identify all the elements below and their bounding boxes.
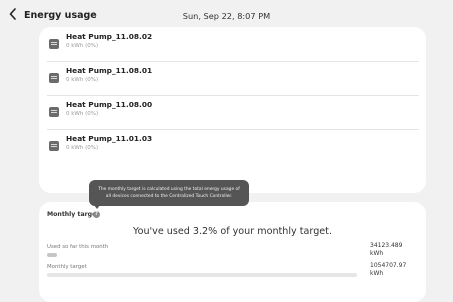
target-progress-bar bbox=[47, 273, 357, 277]
device-item-heat-pump-11-08-00[interactable]: Heat Pump_11.08.00 0 kWh (0%) bbox=[47, 95, 411, 129]
used-value: 34123.489 kWh bbox=[370, 242, 420, 258]
help-icon[interactable]: ? bbox=[93, 211, 100, 218]
device-usage: 0 kWh (0%) bbox=[66, 145, 99, 151]
heat-pump-icon bbox=[49, 107, 59, 117]
device-name: Heat Pump_11.08.00 bbox=[66, 100, 153, 109]
device-item-heat-pump-11-01-03[interactable]: Heat Pump_11.01.03 0 kWh (0%) bbox=[47, 129, 411, 163]
device-name: Heat Pump_11.08.02 bbox=[66, 32, 153, 41]
target-value: 1054707.97 kWh bbox=[370, 262, 420, 278]
used-so-far-label: Used so far this month bbox=[47, 244, 109, 250]
device-usage: 0 kWh (0%) bbox=[66, 77, 99, 83]
monthly-target-label: Monthly target bbox=[47, 211, 100, 218]
device-name: Heat Pump_11.08.01 bbox=[66, 66, 153, 75]
used-value-number: 34123.489 bbox=[370, 242, 403, 249]
target-label: Monthly target bbox=[47, 264, 87, 270]
device-list-card: Heat Pump_11.08.02 0 kWh (0%) Heat Pump_… bbox=[39, 27, 426, 193]
used-progress-bar bbox=[47, 253, 357, 257]
monthly-target-card: Monthly target ? You've used 3.2% of you… bbox=[39, 202, 426, 302]
device-item-heat-pump-11-08-02[interactable]: Heat Pump_11.08.02 0 kWh (0%) bbox=[47, 27, 411, 61]
target-progress-fill bbox=[47, 273, 357, 277]
tooltip-line-2: all devices connected to the Centralized… bbox=[105, 194, 233, 199]
usage-headline: You've used 3.2% of your monthly target. bbox=[132, 226, 332, 237]
heat-pump-icon bbox=[49, 39, 59, 49]
tooltip-arrow bbox=[94, 205, 100, 209]
device-item-heat-pump-11-08-01[interactable]: Heat Pump_11.08.01 0 kWh (0%) bbox=[47, 61, 411, 95]
monthly-target-tooltip: The monthly target is calculated using t… bbox=[89, 180, 249, 206]
device-usage: 0 kWh (0%) bbox=[66, 111, 99, 117]
heat-pump-icon bbox=[49, 141, 59, 151]
target-value-number: 1054707.97 bbox=[370, 262, 407, 269]
device-name: Heat Pump_11.01.03 bbox=[66, 134, 153, 143]
used-value-unit: kWh bbox=[370, 250, 384, 257]
used-progress-fill bbox=[47, 253, 57, 257]
target-value-unit: kWh bbox=[370, 270, 384, 277]
heat-pump-icon bbox=[49, 73, 59, 83]
device-usage: 0 kWh (0%) bbox=[66, 43, 99, 49]
tooltip-line-1: The monthly target is calculated using t… bbox=[98, 187, 240, 192]
datetime-display: Sun, Sep 22, 8:07 PM bbox=[182, 11, 271, 21]
